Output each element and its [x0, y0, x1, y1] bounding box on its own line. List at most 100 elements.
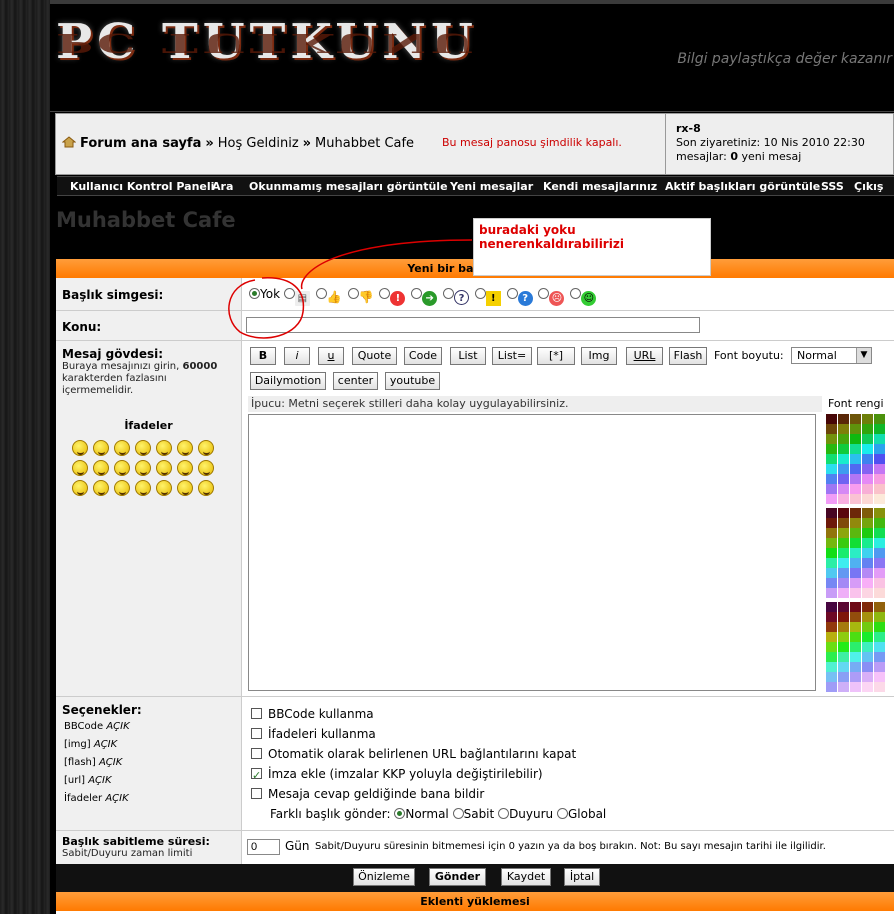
color-swatch[interactable] [874, 632, 885, 642]
color-swatch[interactable] [826, 632, 837, 642]
code-button[interactable]: Code [404, 347, 442, 365]
new-messages[interactable]: mesajlar: 0 yeni mesaj [676, 150, 894, 164]
color-swatch[interactable] [838, 528, 849, 538]
smiley-icon[interactable] [72, 480, 88, 496]
color-swatch[interactable] [826, 568, 837, 578]
color-swatch[interactable] [850, 558, 861, 568]
url-button[interactable]: URL [626, 347, 663, 365]
color-swatch[interactable] [850, 434, 861, 444]
menu-my-posts[interactable]: Kendi mesajlarınız [543, 180, 657, 193]
color-swatch[interactable] [862, 672, 873, 682]
bold-button[interactable]: B [250, 347, 276, 365]
status-value[interactable]: AÇIK [94, 739, 117, 750]
smiley-icon[interactable] [156, 460, 172, 476]
subject-input[interactable] [246, 317, 700, 333]
color-swatch[interactable] [874, 528, 885, 538]
color-swatch[interactable] [826, 578, 837, 588]
color-swatch[interactable] [838, 548, 849, 558]
color-swatch[interactable] [838, 518, 849, 528]
color-swatch[interactable] [850, 682, 861, 692]
color-swatch[interactable] [826, 548, 837, 558]
topic-icon-radio[interactable] [506, 288, 518, 299]
message-textarea[interactable] [248, 414, 816, 691]
color-swatch[interactable] [850, 464, 861, 474]
font-size-select[interactable]: Normal ▼ [791, 347, 872, 364]
color-swatch[interactable] [874, 434, 885, 444]
color-swatch[interactable] [862, 494, 873, 504]
color-swatch[interactable] [850, 568, 861, 578]
smiley-icon[interactable] [114, 480, 130, 496]
post-type-sticky-radio[interactable] [452, 808, 464, 819]
menu-search[interactable]: Ara [212, 180, 233, 193]
menu-new-posts[interactable]: Yeni mesajlar [450, 180, 533, 193]
color-swatch[interactable] [826, 642, 837, 652]
color-swatch[interactable] [838, 464, 849, 474]
color-swatch[interactable] [850, 588, 861, 598]
topic-icon-radio[interactable] [315, 288, 327, 299]
color-swatch[interactable] [850, 602, 861, 612]
checkbox[interactable] [251, 748, 262, 759]
flash-button[interactable]: Flash [669, 347, 707, 365]
smiley-icon[interactable] [177, 460, 193, 476]
topic-icon-radio[interactable] [570, 288, 582, 299]
topic-icon-radio[interactable] [379, 288, 391, 299]
img-button[interactable]: Img [581, 347, 617, 365]
color-swatch[interactable] [838, 568, 849, 578]
color-swatch[interactable] [874, 424, 885, 434]
color-swatch[interactable] [862, 652, 873, 662]
sticky-days-input[interactable] [247, 839, 280, 855]
color-swatch[interactable] [850, 474, 861, 484]
color-swatch[interactable] [826, 588, 837, 598]
color-swatch[interactable] [874, 558, 885, 568]
color-swatch[interactable] [862, 484, 873, 494]
color-swatch[interactable] [862, 548, 873, 558]
color-swatch[interactable] [826, 414, 837, 424]
color-swatch[interactable] [838, 444, 849, 454]
color-swatch[interactable] [874, 508, 885, 518]
breadcrumb-item-cafe[interactable]: Muhabbet Cafe [315, 136, 414, 151]
smiley-icon[interactable] [156, 480, 172, 496]
smiley-icon[interactable] [72, 440, 88, 456]
smiley-icon[interactable] [156, 440, 172, 456]
color-swatch[interactable] [826, 464, 837, 474]
quote-button[interactable]: Quote [352, 347, 397, 365]
smiley-icon[interactable] [177, 440, 193, 456]
color-swatch[interactable] [850, 424, 861, 434]
color-swatch[interactable] [838, 588, 849, 598]
color-swatch[interactable] [826, 484, 837, 494]
color-swatch[interactable] [862, 632, 873, 642]
color-swatch[interactable] [826, 528, 837, 538]
color-swatch[interactable] [826, 508, 837, 518]
topic-icon-none-radio[interactable] [249, 288, 260, 299]
topic-icon-radio[interactable] [283, 288, 295, 299]
option-attach-signature[interactable]: İmza ekle (imzalar KKP yoluyla değiştiri… [251, 764, 894, 786]
color-swatch[interactable] [874, 612, 885, 622]
color-swatch[interactable] [874, 414, 885, 424]
underline-button[interactable]: u [318, 347, 344, 365]
cancel-button[interactable]: İptal [564, 868, 600, 886]
list-ordered-button[interactable]: List= [492, 347, 532, 365]
color-swatch[interactable] [862, 444, 873, 454]
color-swatch[interactable] [850, 548, 861, 558]
submit-button[interactable]: Gönder [429, 868, 486, 886]
color-swatch[interactable] [862, 508, 873, 518]
color-swatch[interactable] [874, 518, 885, 528]
color-swatch[interactable] [826, 434, 837, 444]
color-swatch[interactable] [862, 518, 873, 528]
color-swatch[interactable] [826, 494, 837, 504]
smiley-icon[interactable] [93, 480, 109, 496]
color-swatch[interactable] [850, 642, 861, 652]
checkbox[interactable] [251, 708, 262, 719]
color-swatch[interactable] [826, 538, 837, 548]
color-swatch[interactable] [826, 454, 837, 464]
post-type-normal-radio[interactable] [394, 808, 406, 819]
color-swatch[interactable] [862, 558, 873, 568]
color-swatch[interactable] [838, 474, 849, 484]
color-swatch[interactable] [826, 444, 837, 454]
color-swatch[interactable] [838, 578, 849, 588]
color-swatch[interactable] [838, 454, 849, 464]
smiley-icon[interactable] [177, 480, 193, 496]
breadcrumb-item-welcome[interactable]: Hoş Geldiniz [218, 136, 299, 151]
color-swatch[interactable] [826, 622, 837, 632]
color-swatch[interactable] [838, 642, 849, 652]
